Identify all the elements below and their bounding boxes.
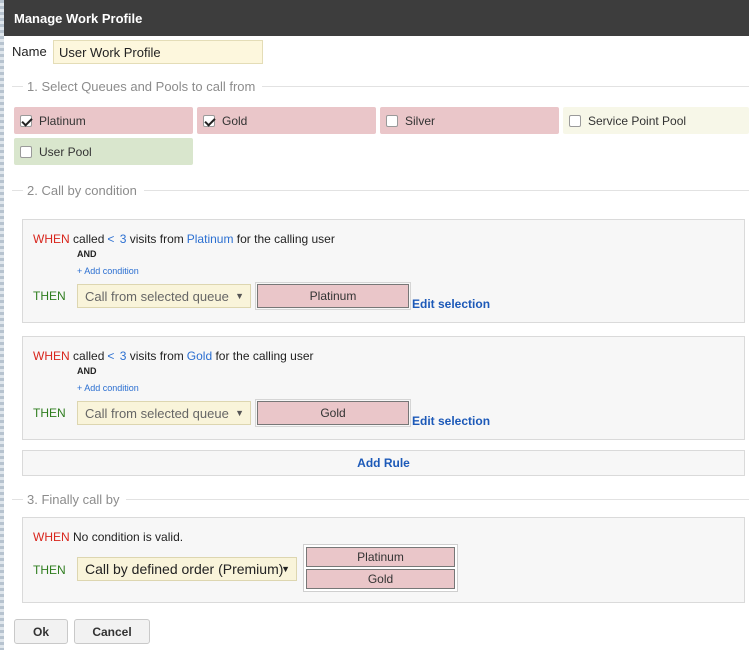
chevron-down-icon: ▼	[281, 564, 290, 574]
final-rule-card: WHEN No condition is valid. THEN Call by…	[22, 517, 745, 603]
queue-label: Silver	[405, 113, 436, 128]
queue-label: Platinum	[39, 113, 86, 128]
edit-selection-link[interactable]: Edit selection	[412, 414, 490, 428]
name-label: Name	[12, 44, 47, 59]
when-keyword: WHEN	[33, 349, 70, 363]
queue-user-pool[interactable]: User Pool	[14, 138, 193, 165]
condition-suffix: for the calling user	[215, 349, 314, 363]
action-select-value: Call from selected queue	[85, 405, 229, 421]
manage-work-profile-dialog: Name 1. Select Queues and Pools to call …	[4, 36, 749, 650]
section-divider	[262, 86, 749, 87]
action-select-value: Call from selected queue	[85, 288, 229, 304]
when-keyword: WHEN	[33, 232, 70, 246]
checkbox-icon[interactable]	[203, 114, 215, 127]
section-finally-title: 3. Finally call by	[12, 492, 749, 507]
section-divider	[12, 86, 23, 87]
and-label: AND	[77, 249, 97, 259]
rule-card: WHEN called < 3 visits from Platinum for t…	[22, 219, 745, 323]
queue-label: Gold	[222, 113, 248, 128]
section-conditions-label: 2. Call by condition	[27, 183, 137, 198]
add-condition-link[interactable]: + Add condition	[77, 383, 139, 393]
then-keyword: THEN	[33, 563, 66, 577]
add-condition-link[interactable]: + Add condition	[77, 266, 139, 276]
then-keyword: THEN	[33, 289, 66, 303]
queue-gold[interactable]: Gold	[197, 107, 376, 134]
chevron-down-icon: ▼	[235, 291, 244, 301]
queue-silver[interactable]: Silver	[380, 107, 559, 134]
final-order-select-value: Call by defined order (Premium)	[85, 561, 284, 577]
final-order-select[interactable]: Call by defined order (Premium) ▼	[77, 557, 297, 581]
when-keyword: WHEN	[33, 530, 70, 544]
section-divider	[143, 190, 749, 191]
called-text: called	[73, 232, 105, 246]
condition-suffix: for the calling user	[236, 232, 335, 246]
section-divider	[12, 190, 23, 191]
call-order-item[interactable]: Gold	[306, 569, 455, 589]
action-select[interactable]: Call from selected queue ▼	[77, 401, 251, 425]
operator-select[interactable]: <	[107, 349, 114, 363]
called-text: called	[73, 349, 105, 363]
selected-queue-tag: Gold	[255, 399, 411, 427]
name-input[interactable]	[53, 40, 263, 64]
operator-select[interactable]: <	[107, 232, 114, 246]
cancel-button[interactable]: Cancel	[74, 619, 150, 644]
count-input[interactable]: 3	[120, 349, 127, 363]
checkbox-icon[interactable]	[386, 114, 398, 127]
count-input[interactable]: 3	[120, 232, 127, 246]
rule-card: WHEN called < 3 visits from Gold for the c…	[22, 336, 745, 440]
queue-service-point-pool[interactable]: Service Point Pool	[563, 107, 749, 134]
and-label: AND	[77, 366, 97, 376]
queue-link[interactable]: Platinum	[187, 232, 234, 246]
dialog-title: Manage Work Profile	[4, 0, 749, 36]
call-order-item[interactable]: Platinum	[306, 547, 455, 567]
checkbox-icon[interactable]	[20, 114, 32, 127]
then-keyword: THEN	[33, 406, 66, 420]
section-queues-title: 1. Select Queues and Pools to call from	[12, 79, 749, 94]
call-order-list: Platinum Gold	[303, 544, 458, 592]
visits-from-text: visits from	[129, 232, 184, 246]
queue-label: User Pool	[39, 144, 92, 159]
checkbox-icon[interactable]	[569, 114, 581, 127]
section-divider	[12, 499, 23, 500]
add-rule-button[interactable]: Add Rule	[22, 450, 745, 476]
chevron-down-icon: ▼	[235, 408, 244, 418]
ok-button[interactable]: Ok	[14, 619, 68, 644]
visits-from-text: visits from	[129, 349, 184, 363]
rule-condition: WHEN called < 3 visits from Gold for the c…	[33, 349, 314, 363]
section-divider	[126, 499, 749, 500]
final-condition: WHEN No condition is valid.	[33, 530, 183, 544]
rule-condition: WHEN called < 3 visits from Platinum for t…	[33, 232, 335, 246]
final-condition-text: No condition is valid.	[73, 530, 184, 544]
edit-selection-link[interactable]: Edit selection	[412, 297, 490, 311]
section-queues-label: 1. Select Queues and Pools to call from	[27, 79, 256, 94]
checkbox-icon[interactable]	[20, 145, 32, 158]
queue-link[interactable]: Gold	[187, 349, 212, 363]
section-finally-label: 3. Finally call by	[27, 492, 120, 507]
queue-platinum[interactable]: Platinum	[14, 107, 193, 134]
selected-queue-tag: Platinum	[255, 282, 411, 310]
section-conditions-title: 2. Call by condition	[12, 183, 749, 198]
action-select[interactable]: Call from selected queue ▼	[77, 284, 251, 308]
queue-label: Service Point Pool	[588, 113, 687, 128]
